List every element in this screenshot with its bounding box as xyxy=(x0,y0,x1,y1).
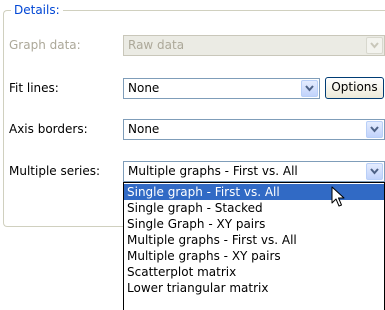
chevron-down-icon xyxy=(370,126,379,133)
fit-lines-select[interactable]: None xyxy=(123,78,320,99)
fit-lines-label: Fit lines: xyxy=(9,81,59,95)
axis-borders-dropdown-button[interactable] xyxy=(366,121,383,138)
multiple-series-label: Multiple series: xyxy=(9,164,101,178)
dropdown-option-multiple-graphs-xy-pairs[interactable]: Multiple graphs - XY pairs xyxy=(124,248,384,264)
chevron-down-icon xyxy=(370,168,379,175)
multiple-series-dropdown-button[interactable] xyxy=(366,163,383,180)
chevron-down-icon xyxy=(305,85,314,92)
fit-lines-value: None xyxy=(128,81,160,95)
graph-data-select[interactable]: Raw data xyxy=(123,35,385,56)
graph-data-value: Raw data xyxy=(128,38,185,52)
graph-data-label: Graph data: xyxy=(9,38,81,52)
details-group-title: Details: xyxy=(11,2,63,18)
multiple-series-select[interactable]: Multiple graphs - First vs. All xyxy=(123,161,385,182)
dropdown-option-single-graph-xy-pairs[interactable]: Single Graph - XY pairs xyxy=(124,216,384,232)
dropdown-option-single-graph-stacked[interactable]: Single graph - Stacked xyxy=(124,200,384,216)
dropdown-option-single-graph-first-vs-all[interactable]: Single graph - First vs. All xyxy=(124,184,384,200)
axis-borders-value: None xyxy=(128,122,160,136)
chevron-down-icon xyxy=(370,42,379,49)
axis-borders-label: Axis borders: xyxy=(9,122,88,136)
multiple-series-dropdown-list: Single graph - First vs. All Single grap… xyxy=(123,182,385,310)
details-panel: Details: Graph data: Raw data Fit lines:… xyxy=(0,0,385,310)
dropdown-option-lower-triangular-matrix[interactable]: Lower triangular matrix xyxy=(124,280,384,296)
options-button[interactable]: Options xyxy=(325,77,384,99)
fit-lines-dropdown-button[interactable] xyxy=(301,80,318,97)
graph-data-dropdown-button[interactable] xyxy=(366,37,383,54)
arrow-pointer-icon xyxy=(331,186,345,207)
dropdown-option-scatterplot-matrix[interactable]: Scatterplot matrix xyxy=(124,264,384,280)
axis-borders-select[interactable]: None xyxy=(123,119,385,140)
dropdown-option-multiple-graphs-first-vs-all[interactable]: Multiple graphs - First vs. All xyxy=(124,232,384,248)
multiple-series-value: Multiple graphs - First vs. All xyxy=(128,164,298,178)
